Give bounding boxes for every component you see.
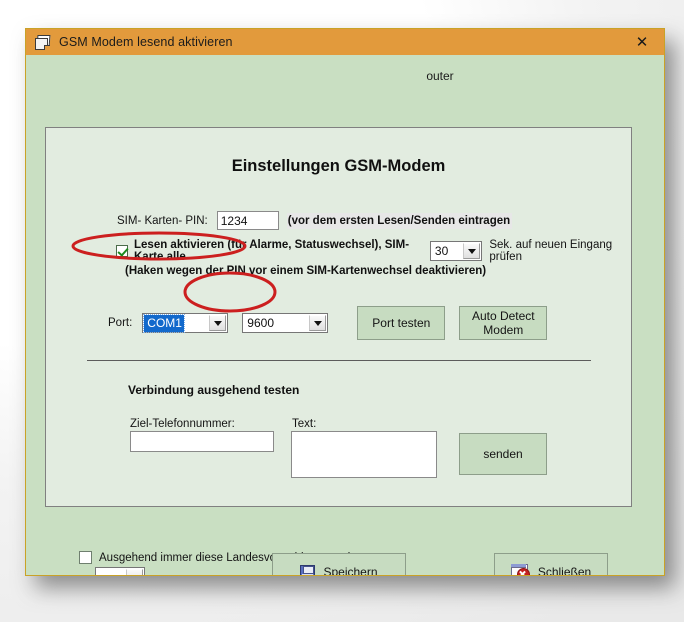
pin-row: SIM- Karten- PIN: (vor dem ersten Lesen/… <box>117 211 513 230</box>
save-button[interactable]: Speichern <box>272 553 406 576</box>
panel-heading: Einstellungen GSM-Modem <box>231 157 446 175</box>
country-prefix-checkbox[interactable] <box>79 551 92 564</box>
gsm-modem-dialog: GSM Modem lesend aktivieren ✕ outer Eins… <box>25 28 665 576</box>
floppy-disk-icon <box>300 564 316 575</box>
port-label: Port: <box>108 317 133 329</box>
baudrate-dropdown[interactable]: 9600 <box>242 313 329 333</box>
chevron-down-icon[interactable] <box>463 243 481 259</box>
send-button[interactable]: senden <box>459 433 547 475</box>
outgoing-section-title: Verbindung ausgehend testen <box>128 383 300 397</box>
port-row: Port: COM1 9600 Port testen Auto Detect … <box>108 306 548 340</box>
port-test-button[interactable]: Port testen <box>357 306 446 340</box>
auto-detect-line-2: Modem <box>483 323 524 337</box>
settings-panel: Einstellungen GSM-Modem SIM- Karten- PIN… <box>45 127 632 507</box>
auto-detect-line-1: Auto Detect <box>471 308 535 323</box>
read-interval-suffix: Sek. auf neuen Eingang prüfen <box>489 239 613 263</box>
read-active-label: Lesen aktivieren (für Alarme, Statuswech… <box>134 239 410 263</box>
message-text-input[interactable] <box>291 431 437 478</box>
close-icon[interactable]: ✕ <box>628 29 656 55</box>
read-interval-dropdown[interactable]: 30 <box>429 241 483 261</box>
target-phone-input[interactable] <box>130 431 274 452</box>
target-phone-label: Ziel-Telefonnummer: <box>130 418 235 430</box>
chevron-down-icon[interactable] <box>126 569 143 575</box>
window-title: GSM Modem lesend aktivieren <box>59 35 233 49</box>
baudrate-value: 9600 <box>247 316 274 330</box>
pin-deactivate-note: (Haken wegen der PIN vor einem SIM-Karte… <box>125 265 487 277</box>
auto-detect-modem-button[interactable]: Auto Detect Modem <box>459 306 548 340</box>
port-dropdown[interactable]: COM1 <box>142 313 229 333</box>
save-label-rest: peichern <box>331 564 378 576</box>
dialog-client-area: outer Einstellungen GSM-Modem SIM- Karte… <box>26 55 664 575</box>
close-button-label: Schließen <box>537 564 592 576</box>
read-active-row: Lesen aktivieren (für Alarme, Statuswech… <box>116 239 631 263</box>
documents-icon <box>35 34 51 50</box>
pin-input[interactable] <box>216 211 279 230</box>
close-dialog-button[interactable]: Schließen <box>494 553 608 576</box>
pin-hint-label: (vor dem ersten Lesen/Senden eintragen <box>286 212 513 229</box>
chevron-down-icon[interactable] <box>309 315 327 331</box>
port-value: COM1 <box>143 313 185 333</box>
clipped-top-label: outer <box>426 69 454 83</box>
message-text-label: Text: <box>292 418 317 430</box>
section-divider <box>87 360 591 361</box>
chevron-down-icon[interactable] <box>209 315 227 331</box>
country-prefix-dropdown[interactable] <box>95 567 145 575</box>
title-bar: GSM Modem lesend aktivieren ✕ <box>26 29 664 55</box>
pin-label: SIM- Karten- PIN: <box>117 214 208 227</box>
save-button-label: Speichern <box>323 564 378 576</box>
window-close-icon <box>510 563 530 575</box>
read-interval-value: 30 <box>434 244 449 258</box>
top-strip: outer <box>26 55 664 101</box>
read-active-checkbox[interactable] <box>116 245 128 257</box>
